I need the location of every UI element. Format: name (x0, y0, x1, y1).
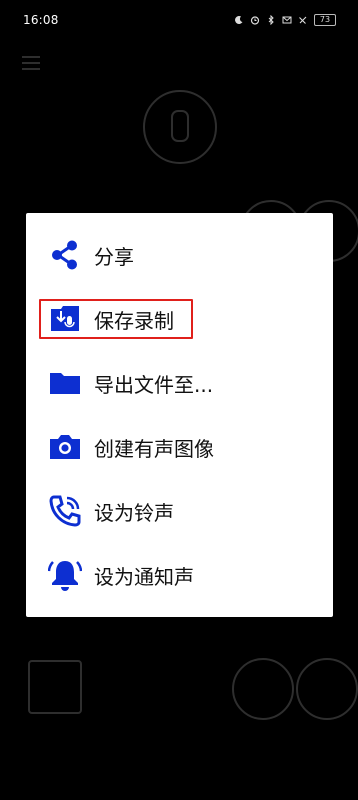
signal-icon (299, 16, 307, 24)
screen: 16:08 73 分享 保存录制 导出文件至... 创建有声图像 设为铃声 设为… (0, 0, 358, 800)
bell-icon (48, 558, 82, 592)
menu-item-label: 导出文件至... (94, 372, 214, 397)
status-icons: 73 (234, 13, 336, 27)
menu-item-save-recording[interactable]: 保存录制 (26, 287, 333, 351)
play-icon (232, 658, 294, 720)
menu-item-export[interactable]: 导出文件至... (26, 351, 333, 415)
menu-item-share[interactable]: 分享 (26, 223, 333, 287)
menu-item-label: 设为通知声 (94, 564, 194, 589)
status-time: 16:08 (23, 13, 59, 27)
save-recording-icon (48, 302, 82, 336)
menu-item-label: 分享 (94, 244, 134, 269)
action-dialog: 分享 保存录制 导出文件至... 创建有声图像 设为铃声 设为通知声 (26, 213, 333, 617)
folder-icon (48, 366, 82, 400)
info-icon (296, 658, 358, 720)
camera-icon (48, 430, 82, 464)
microphone-icon (171, 110, 189, 142)
menu-item-set-ringtone[interactable]: 设为铃声 (26, 479, 333, 543)
moon-icon (235, 15, 243, 24)
background-thumbnail (28, 660, 82, 714)
menu-item-label: 设为铃声 (94, 500, 174, 525)
menu-icon (22, 56, 40, 70)
alarm-icon (250, 16, 260, 25)
share-icon (48, 238, 82, 272)
battery-indicator: 73 (314, 14, 336, 26)
sim-icon (282, 16, 292, 24)
menu-item-label: 创建有声图像 (94, 436, 214, 461)
bluetooth-icon (268, 15, 274, 25)
phone-ring-icon (48, 494, 82, 528)
status-bar: 16:08 73 (0, 0, 358, 40)
menu-item-create-sound-image[interactable]: 创建有声图像 (26, 415, 333, 479)
menu-item-set-notification[interactable]: 设为通知声 (26, 543, 333, 607)
menu-item-label: 保存录制 (94, 308, 174, 333)
